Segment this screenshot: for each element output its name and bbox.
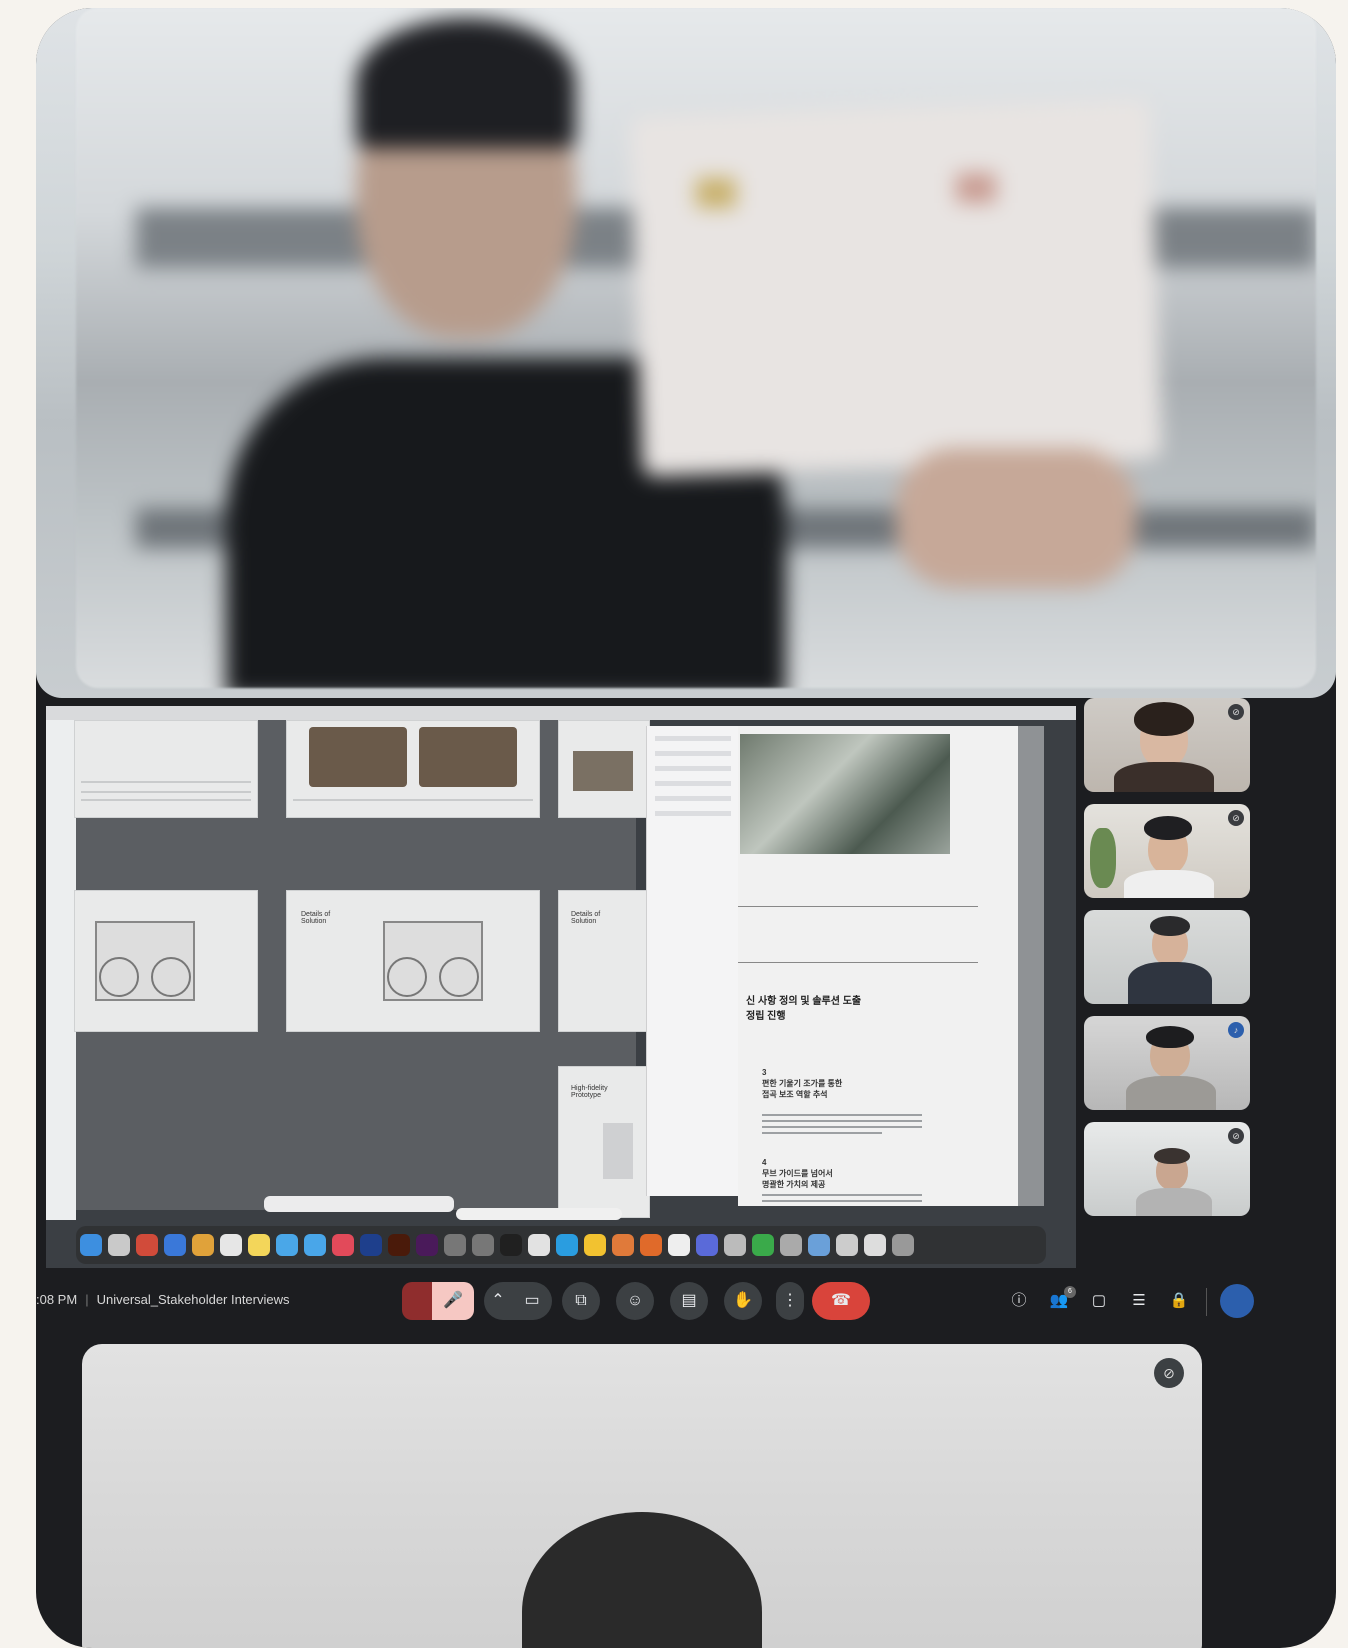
doc-item-number: 3 [762, 1068, 767, 1077]
slide-title: Details of Solution [571, 911, 601, 925]
doc-item-title: 편한 기울기 조가를 통한 접곡 보조 역할 추석 [762, 1079, 843, 1099]
activities-button[interactable]: ☰ [1128, 1290, 1150, 1312]
participant-tile[interactable]: ♪ [1084, 1016, 1250, 1110]
document-scrollbar[interactable] [1018, 726, 1044, 1206]
leave-call-button[interactable]: ☎ [812, 1282, 870, 1320]
more-options-button[interactable]: ⋮ [776, 1282, 804, 1320]
info-icon: ⓘ [1011, 1292, 1027, 1309]
people-button[interactable]: 👥 6 [1048, 1286, 1076, 1312]
emoji-button[interactable]: ☺ [616, 1282, 654, 1320]
slide-thumbnail[interactable] [558, 720, 650, 818]
emoji-icon: ☺ [626, 1292, 644, 1309]
host-controls-button[interactable]: 🔒 [1168, 1290, 1190, 1312]
shared-document: 신 사항 정의 및 솔루션 도출 정립 진행 3 편한 기울기 조가를 통한 접… [738, 726, 1018, 1206]
meeting-title: Universal_Stakeholder Interviews [96, 1292, 290, 1307]
host-controls-icon: 🔒 [1169, 1292, 1189, 1309]
participant-tile[interactable]: ⊘ [1084, 1122, 1250, 1216]
document-photo [740, 734, 950, 854]
meeting-control-bar: :08 PM | Universal_Stakeholder Interviews … [36, 1274, 1336, 1332]
properties-panel[interactable] [646, 726, 739, 1196]
mic-off-icon: 🎤 [443, 1292, 463, 1309]
doc-item-number: 4 [762, 1158, 767, 1167]
slide-title: Details of Solution [301, 911, 331, 925]
editor-toolbar[interactable] [264, 1196, 454, 1212]
slide-thumbnail[interactable]: High-fidelity Prototype [558, 1066, 650, 1218]
status-pill [456, 1208, 622, 1220]
speaking-indicator-icon: ♪ [1228, 1022, 1244, 1038]
slide-thumbnail[interactable] [74, 720, 258, 818]
slide-canvas: Details of Solution Details of Solution … [74, 720, 650, 1218]
slide-navigator[interactable] [46, 720, 76, 1220]
present-button[interactable]: ⧉ [562, 1282, 600, 1320]
slide-thumbnail[interactable]: Details of Solution [286, 890, 540, 1032]
doc-heading: 신 사항 정의 및 솔루션 도출 정립 진행 [746, 996, 862, 1022]
chat-icon: ▢ [1091, 1292, 1107, 1309]
raise-hand-button[interactable]: ✋ [724, 1282, 762, 1320]
doc-item-title: 무브 가이드를 넘어서 명괄한 가치의 제공 [762, 1169, 833, 1189]
info-button[interactable]: ⓘ [1008, 1290, 1030, 1312]
mic-muted-icon: ⊘ [1228, 810, 1244, 826]
mic-toggle-button[interactable]: 🎤 [432, 1282, 474, 1320]
slide-title: High-fidelity Prototype [571, 1085, 608, 1099]
end-call-icon: ☎ [831, 1292, 851, 1309]
activities-icon: ☰ [1132, 1292, 1146, 1309]
mac-menu-bar [46, 706, 1076, 720]
present-screen-icon: ⧉ [575, 1292, 587, 1309]
participant-tile[interactable] [1084, 910, 1250, 1004]
camera-toggle-button[interactable]: ▭ [512, 1282, 552, 1320]
captions-button[interactable]: ▤ [670, 1282, 708, 1320]
presenter-video-top [36, 8, 1336, 698]
video-options-button[interactable]: ⌃ [484, 1282, 512, 1320]
mic-muted-icon: ⊘ [1228, 1128, 1244, 1144]
more-options-icon: ⋮ [782, 1292, 798, 1309]
camera-icon: ▭ [524, 1292, 540, 1309]
raise-hand-icon: ✋ [733, 1292, 753, 1309]
meeting-window: Details of Solution Details of Solution … [36, 8, 1336, 1648]
participant-tile[interactable]: ⊘ [1084, 804, 1250, 898]
user-avatar[interactable] [1220, 1284, 1254, 1318]
chat-button[interactable]: ▢ [1088, 1290, 1110, 1312]
slide-thumbnail[interactable] [74, 890, 258, 1032]
meeting-info: :08 PM | Universal_Stakeholder Interviews [36, 1292, 290, 1307]
slide-thumbnail[interactable]: Details of Solution [558, 890, 650, 1032]
participant-tile[interactable]: ⊘ [1084, 698, 1250, 792]
audio-options-button[interactable] [402, 1282, 432, 1320]
screen-share: Details of Solution Details of Solution … [46, 706, 1076, 1268]
presenter-video-frame [76, 8, 1316, 688]
slide-thumbnail[interactable] [286, 720, 540, 818]
mic-muted-icon: ⊘ [1228, 704, 1244, 720]
meeting-time: :08 PM [36, 1292, 78, 1307]
captions-icon: ▤ [681, 1292, 697, 1309]
mic-muted-icon: ⊘ [1154, 1358, 1184, 1388]
mac-dock[interactable] [76, 1226, 1046, 1264]
presenter-video-bottom: ⊘ [82, 1344, 1202, 1648]
people-count-badge: 6 [1064, 1286, 1076, 1298]
